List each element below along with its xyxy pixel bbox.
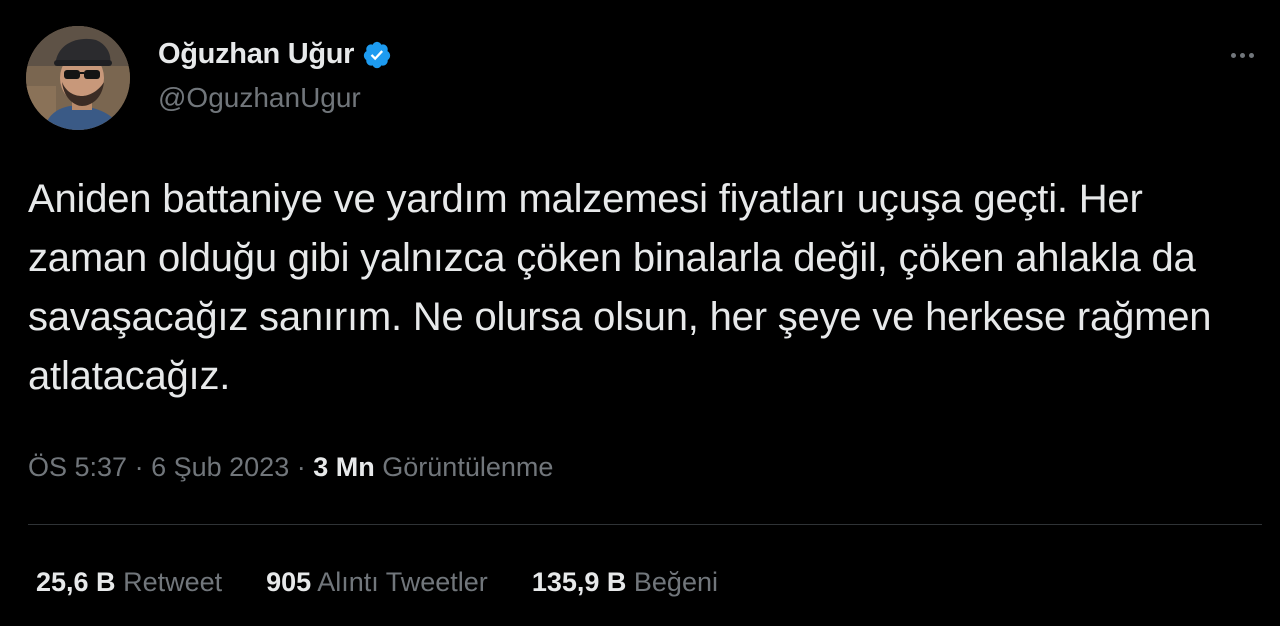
engagement-stats: 25,6 B Retweet 905 Alıntı Tweetler 135,9… — [36, 567, 718, 598]
author-handle[interactable]: @OguzhanUgur — [158, 82, 361, 114]
retweets-stat[interactable]: 25,6 B Retweet — [36, 567, 222, 598]
tweet-date[interactable]: 6 Şub 2023 — [151, 452, 289, 482]
divider — [28, 524, 1262, 525]
display-name[interactable]: Oğuzhan Uğur — [158, 38, 354, 71]
dot — [1248, 52, 1254, 58]
profile-photo — [26, 26, 130, 130]
dot — [1239, 52, 1245, 58]
retweets-label: Retweet — [123, 567, 223, 597]
likes-stat[interactable]: 135,9 B Beğeni — [532, 567, 718, 598]
retweets-count: 25,6 B — [36, 567, 116, 597]
dot — [1230, 52, 1236, 58]
meta-separator: · — [134, 452, 144, 482]
tweet-time[interactable]: ÖS 5:37 — [28, 452, 127, 482]
quotes-stat[interactable]: 905 Alıntı Tweetler — [266, 567, 488, 598]
author-name-row: Oğuzhan Uğur — [158, 38, 392, 71]
avatar[interactable] — [26, 26, 130, 130]
tweet-text: Aniden battaniye ve yardım malzemesi fiy… — [28, 177, 1212, 398]
views-label: Görüntülenme — [382, 452, 554, 482]
likes-label: Beğeni — [633, 567, 718, 597]
quotes-count: 905 — [266, 567, 312, 597]
views-count: 3 Mn — [313, 452, 375, 482]
tweet-detail: Oğuzhan Uğur @OguzhanUgur Aniden battani… — [0, 0, 1280, 626]
meta-separator: · — [296, 452, 306, 482]
more-options-icon[interactable] — [1222, 40, 1262, 70]
verified-badge-icon — [362, 40, 392, 70]
likes-count: 135,9 B — [531, 567, 627, 597]
quotes-label: Alıntı Tweetler — [317, 567, 488, 597]
tweet-meta: ÖS 5:37 · 6 Şub 2023 · 3 Mn Görüntülenme — [28, 452, 553, 483]
